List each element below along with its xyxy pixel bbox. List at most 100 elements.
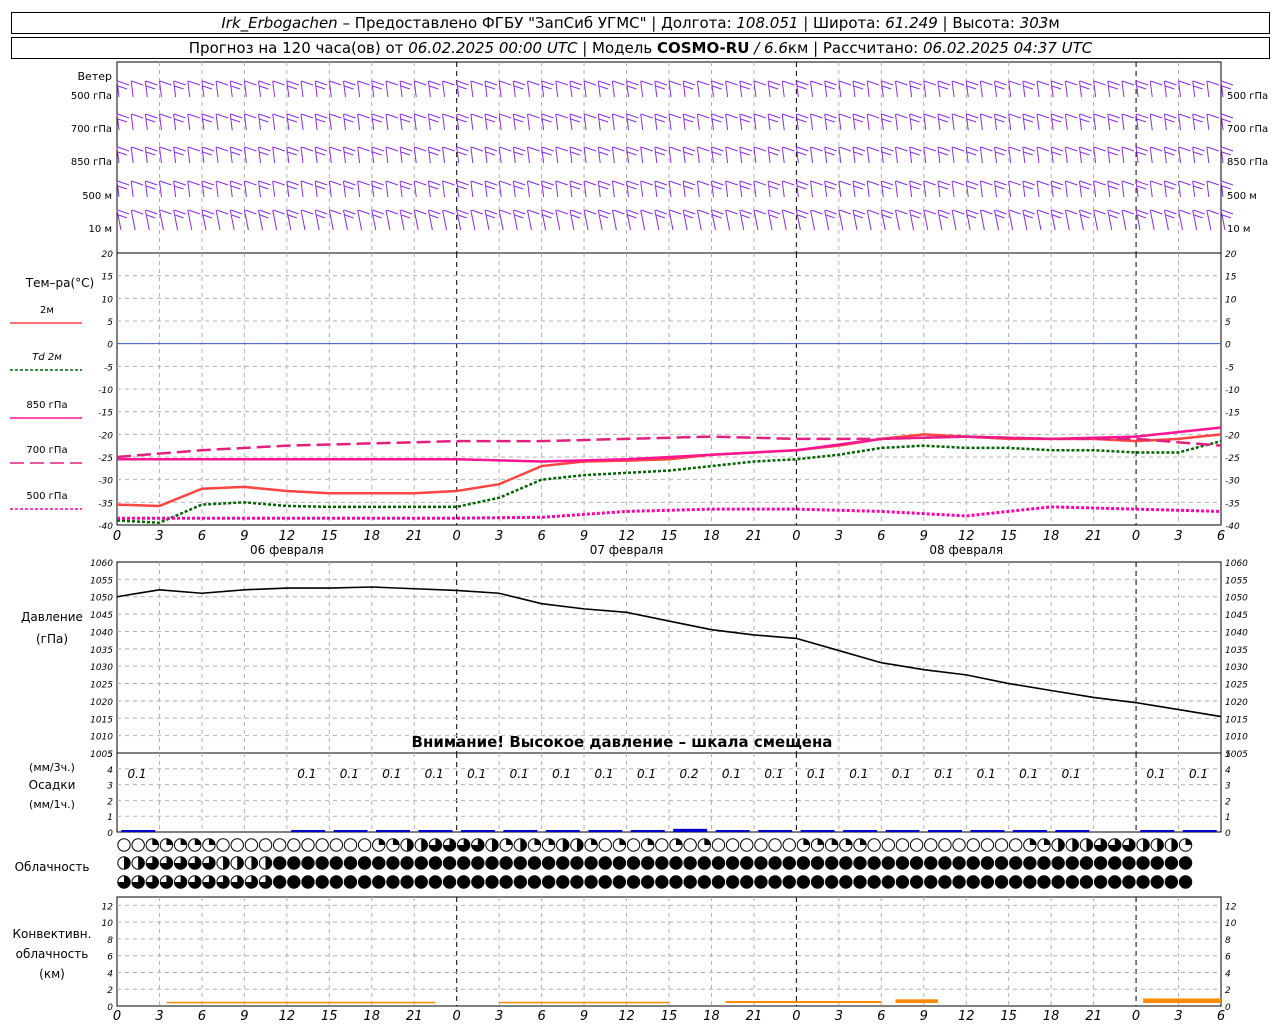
- y-tick-label-right: 2: [1225, 797, 1231, 807]
- wind-barb-flag: [741, 214, 750, 219]
- wind-barb-flag: [429, 85, 439, 90]
- cloud-symbol: [159, 875, 174, 889]
- cloud-circle: [796, 856, 811, 870]
- cloud-symbol: [442, 838, 457, 852]
- wind-barb-flag: [824, 113, 837, 119]
- cloud-symbol: [966, 875, 980, 889]
- cloud-circle: [867, 838, 881, 852]
- wind-barb-flag: [1093, 146, 1106, 152]
- wind-barb-staff: [767, 113, 771, 131]
- wind-barb-flag: [768, 118, 779, 123]
- wind-barb-flag: [980, 180, 993, 186]
- wind-barb-flag: [1122, 180, 1135, 186]
- wind-barb-staff: [965, 180, 969, 198]
- wind-barb-flag: [994, 113, 1007, 119]
- wind-barb-flag: [1207, 209, 1220, 215]
- wind-barb-staff: [555, 113, 559, 131]
- cloud-symbol: [669, 838, 683, 852]
- hour-tick-label: 6: [877, 1009, 885, 1024]
- wind-barb-staff: [909, 180, 913, 198]
- cloud-circle: [881, 856, 896, 870]
- wind-barb-flag: [456, 146, 469, 152]
- wind-barb-flag: [146, 214, 156, 219]
- y-tick-label-right: 1055: [1225, 576, 1248, 586]
- wind-barb-flag: [316, 214, 326, 219]
- cloud-circle: [697, 875, 712, 889]
- cloud-circle: [867, 856, 881, 870]
- wind-barb-staff: [767, 180, 771, 198]
- wind-barb-staff: [810, 146, 814, 164]
- cloud-symbol: [216, 838, 230, 852]
- wind-barb-flag: [287, 80, 300, 86]
- cloud-symbol: [372, 856, 386, 870]
- precip-value-label: 0.1: [595, 767, 614, 781]
- wind-barb-flag: [414, 180, 427, 186]
- cloud-fill: [1029, 838, 1037, 845]
- cloud-circle: [1136, 856, 1150, 870]
- wind-barb-staff: [1022, 146, 1026, 164]
- wind-barb-staff: [569, 180, 573, 198]
- cloud-symbol: [938, 838, 952, 852]
- cloud-symbol: [541, 875, 556, 889]
- wind-barb-staff: [427, 80, 431, 98]
- wind-barb-staff: [852, 180, 856, 198]
- cloud-symbol: [994, 838, 1009, 852]
- wind-barb-staff: [526, 209, 532, 231]
- wind-barb-staff: [130, 80, 134, 98]
- cloud-circle: [683, 856, 697, 870]
- wind-barb-flag: [358, 209, 370, 215]
- cloud-circle: [1008, 838, 1023, 852]
- wind-barb-staff: [937, 113, 941, 131]
- wind-barb-flag: [725, 180, 738, 186]
- wind-barb-flag: [202, 185, 213, 190]
- wind-barb-flag: [754, 146, 767, 152]
- wind-barb-flag: [683, 80, 696, 86]
- cloud-symbol: [202, 875, 216, 889]
- wind-barb-staff: [399, 146, 403, 164]
- wind-barb-staff: [1121, 146, 1125, 164]
- cloud-circle: [499, 875, 513, 889]
- wind-barb-flag: [712, 151, 722, 156]
- wind-barb-staff: [328, 180, 332, 198]
- wind-barb-staff: [739, 180, 743, 198]
- wind-barb-staff: [1107, 113, 1111, 131]
- wind-barb-flag: [160, 209, 172, 215]
- wind-barb-flag: [825, 209, 837, 215]
- wind-barb-flag: [1037, 146, 1050, 152]
- cloud-symbol: [1065, 838, 1080, 852]
- wind-barb-flag: [513, 80, 526, 86]
- wind-barb-flag: [315, 113, 328, 119]
- wind-barb-staff: [894, 180, 898, 198]
- hour-tick-label: 0: [453, 529, 461, 544]
- wind-level-label-right: 500 м: [1227, 191, 1257, 202]
- cloud-circle: [357, 856, 372, 870]
- wind-barb-flag: [797, 85, 807, 90]
- wind-barb-flag: [556, 209, 568, 215]
- cloud-symbol: [1164, 856, 1179, 870]
- wind-barb-staff: [456, 209, 462, 231]
- cloud-circle: [301, 838, 315, 852]
- wind-barb-flag: [1136, 146, 1149, 152]
- cloud-row-mid: [117, 856, 1193, 870]
- wind-barb-flag: [910, 151, 920, 156]
- wind-barb-flag: [1164, 80, 1177, 86]
- wind-barb-staff: [215, 209, 221, 231]
- wind-barb-flag: [386, 180, 399, 186]
- wind-barb-flag: [400, 80, 413, 86]
- wind-barb-flag: [598, 118, 609, 123]
- cloud-symbol: [372, 838, 386, 852]
- wind-barb-flag: [683, 209, 696, 215]
- cloud-symbol: [895, 856, 910, 870]
- wind-barb-flag: [796, 180, 809, 186]
- wind-barb-flag: [797, 214, 807, 219]
- wind-barb-staff: [696, 146, 700, 164]
- wind-barb-staff: [130, 209, 136, 231]
- temp-legend-item: Td 2м: [10, 352, 82, 371]
- wind-barb-staff: [824, 113, 828, 131]
- wind-barb-flag: [442, 113, 455, 119]
- wind-barb-flag: [994, 80, 1007, 86]
- wind-barb-flag: [485, 146, 498, 152]
- cloud-symbol: [117, 856, 131, 870]
- wind-barb-flag: [400, 85, 411, 90]
- wind-barb-flag: [485, 113, 498, 119]
